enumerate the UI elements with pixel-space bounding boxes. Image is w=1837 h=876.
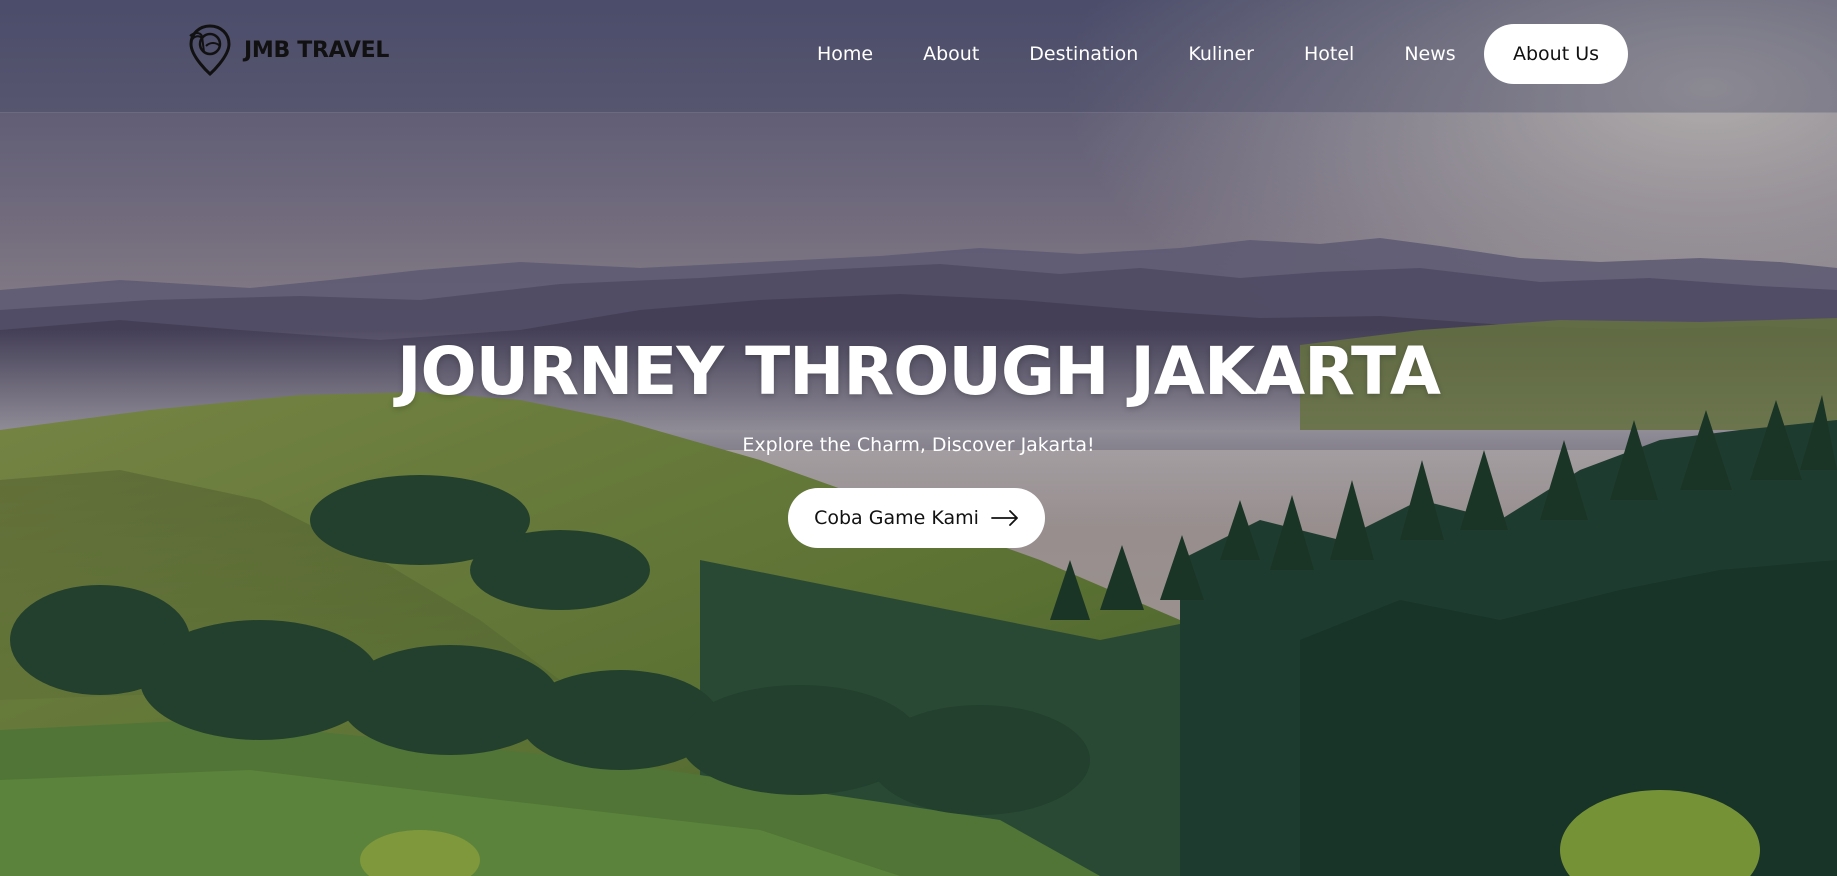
brand-logo[interactable]: JMB TRAVEL (182, 22, 389, 78)
main-nav: Home About Destination Kuliner Hotel New… (817, 34, 1506, 74)
play-game-button[interactable]: Coba Game Kami (788, 488, 1045, 548)
landing-page: JMB TRAVEL Home About Destination Kuline… (0, 0, 1837, 876)
map-pin-palm-icon (189, 24, 231, 77)
nav-item-hotel[interactable]: Hotel (1304, 34, 1354, 74)
about-us-button[interactable]: About Us (1484, 24, 1628, 84)
nav-item-about[interactable]: About (923, 34, 979, 74)
hero-title: JOURNEY THROUGH JAKARTA (396, 333, 1441, 410)
nav-item-news[interactable]: News (1404, 34, 1455, 74)
arrow-right-icon (990, 510, 1018, 526)
navbar: JMB TRAVEL Home About Destination Kuline… (0, 0, 1837, 113)
nav-item-destination[interactable]: Destination (1029, 34, 1138, 74)
hero-subtitle: Explore the Charm, Discover Jakarta! (742, 434, 1095, 456)
brand-name: JMB TRAVEL (244, 37, 390, 63)
nav-item-kuliner[interactable]: Kuliner (1188, 34, 1254, 74)
nav-item-home[interactable]: Home (817, 34, 873, 74)
play-game-button-label: Coba Game Kami (814, 507, 979, 529)
